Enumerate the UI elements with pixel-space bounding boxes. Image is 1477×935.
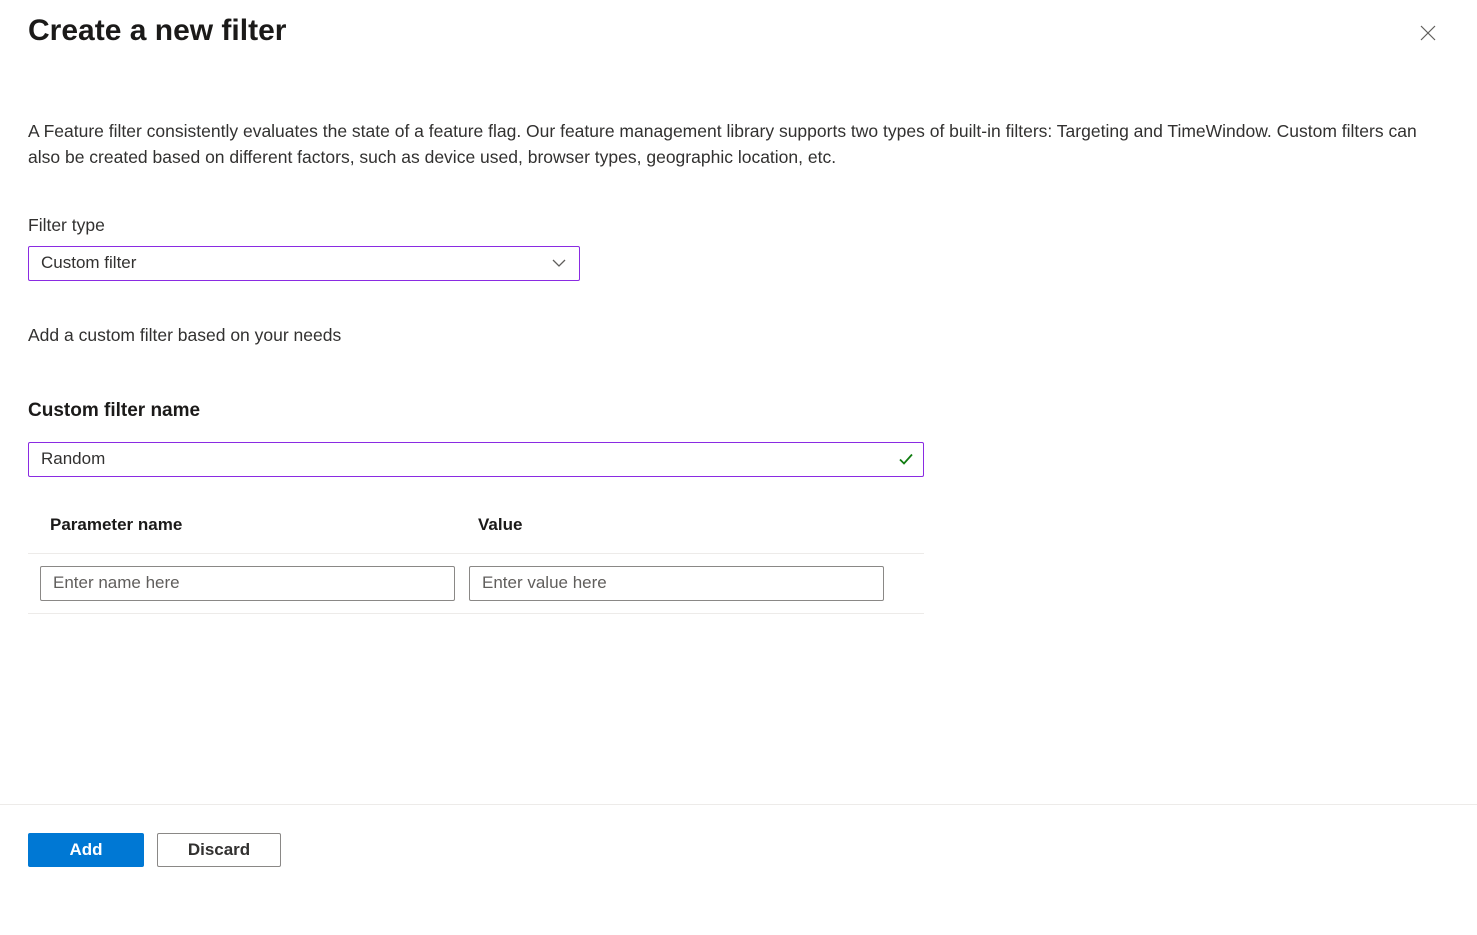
- panel-header: Create a new filter: [28, 14, 1449, 118]
- chevron-down-icon: [551, 255, 567, 271]
- checkmark-icon: [898, 451, 914, 467]
- add-button[interactable]: Add: [28, 833, 144, 867]
- filter-type-dropdown[interactable]: Custom filter: [28, 246, 580, 281]
- parameter-row: [28, 554, 924, 614]
- filter-type-label: Filter type: [28, 215, 1449, 236]
- parameter-name-input[interactable]: [40, 566, 455, 601]
- custom-filter-name-label: Custom filter name: [28, 400, 1449, 422]
- custom-filter-name-input[interactable]: [28, 442, 924, 477]
- create-filter-panel: Create a new filter A Feature filter con…: [0, 0, 1477, 935]
- parameter-name-header: Parameter name: [50, 515, 478, 535]
- parameter-table-header: Parameter name Value: [28, 515, 924, 554]
- description-text: A Feature filter consistently evaluates …: [28, 118, 1449, 171]
- page-title: Create a new filter: [28, 14, 286, 48]
- parameter-table: Parameter name Value: [28, 515, 924, 614]
- filter-type-selected: Custom filter: [41, 253, 136, 273]
- discard-button[interactable]: Discard: [157, 833, 281, 867]
- helper-text: Add a custom filter based on your needs: [28, 325, 1449, 346]
- parameter-value-input[interactable]: [469, 566, 884, 601]
- close-icon: [1419, 24, 1437, 42]
- parameter-value-header: Value: [478, 515, 522, 535]
- panel-footer: Add Discard: [0, 804, 1477, 867]
- close-button[interactable]: [1413, 18, 1443, 51]
- custom-filter-name-field: [28, 442, 924, 477]
